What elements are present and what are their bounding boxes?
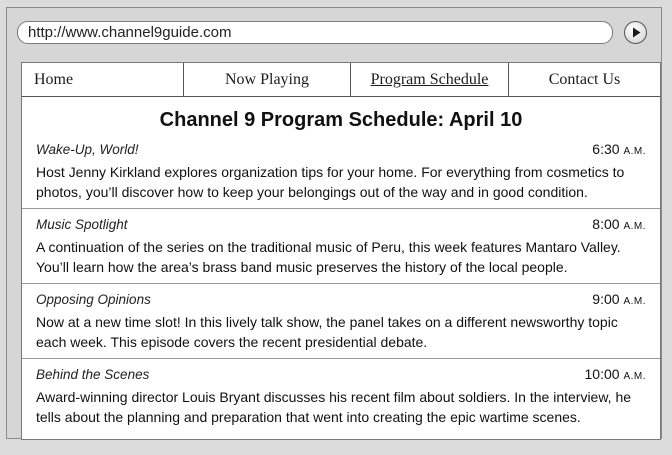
program-time: 8:00 A.M. bbox=[592, 214, 646, 237]
program-name: Opposing Opinions bbox=[36, 292, 151, 307]
play-icon bbox=[632, 27, 640, 38]
nav-home[interactable]: Home bbox=[22, 63, 184, 96]
address-url: http://www.channel9guide.com bbox=[28, 24, 232, 41]
program-time: 10:00 A.M. bbox=[585, 364, 647, 387]
time-meridiem: A.M. bbox=[623, 221, 646, 232]
program-name: Music Spotlight bbox=[36, 217, 128, 232]
time-meridiem: A.M. bbox=[623, 296, 646, 307]
page-title: Channel 9 Program Schedule: April 10 bbox=[159, 109, 523, 131]
time-meridiem: A.M. bbox=[623, 371, 646, 382]
program-name: Behind the Scenes bbox=[36, 367, 150, 382]
nav-now-playing[interactable]: Now Playing bbox=[184, 63, 351, 96]
address-bar[interactable]: http://www.channel9guide.com bbox=[17, 21, 613, 44]
program-entry: Music Spotlight 8:00 A.M. A continuation… bbox=[22, 208, 660, 283]
site-nav: Home Now Playing Program Schedule Contac… bbox=[22, 63, 660, 97]
program-time: 9:00 A.M. bbox=[592, 289, 646, 312]
program-entry: Opposing Opinions 9:00 A.M. Now at a new… bbox=[22, 283, 660, 358]
program-entry: Behind the Scenes 10:00 A.M. Award-winni… bbox=[22, 358, 660, 433]
program-time: 6:30 A.M. bbox=[592, 139, 646, 162]
go-button[interactable] bbox=[624, 21, 647, 44]
time-meridiem: A.M. bbox=[623, 146, 646, 157]
program-description: Award-winning director Louis Bryant disc… bbox=[36, 389, 632, 425]
program-entry: Wake-Up, World! 6:30 A.M. Host Jenny Kir… bbox=[22, 139, 660, 208]
browser-window: http://www.channel9guide.com Home Now Pl… bbox=[6, 7, 662, 440]
program-description: A continuation of the series on the trad… bbox=[36, 239, 621, 275]
program-name: Wake-Up, World! bbox=[36, 142, 139, 157]
web-page: Home Now Playing Program Schedule Contac… bbox=[21, 62, 661, 440]
time-value: 10:00 bbox=[584, 366, 620, 382]
time-value: 8:00 bbox=[592, 216, 620, 232]
program-description: Now at a new time slot! In this lively t… bbox=[36, 314, 618, 350]
program-description: Host Jenny Kirkland explores organizatio… bbox=[36, 164, 625, 200]
nav-program-schedule[interactable]: Program Schedule bbox=[351, 63, 509, 96]
time-value: 9:00 bbox=[592, 291, 620, 307]
time-value: 6:30 bbox=[592, 141, 620, 157]
nav-contact-us[interactable]: Contact Us bbox=[509, 63, 660, 96]
